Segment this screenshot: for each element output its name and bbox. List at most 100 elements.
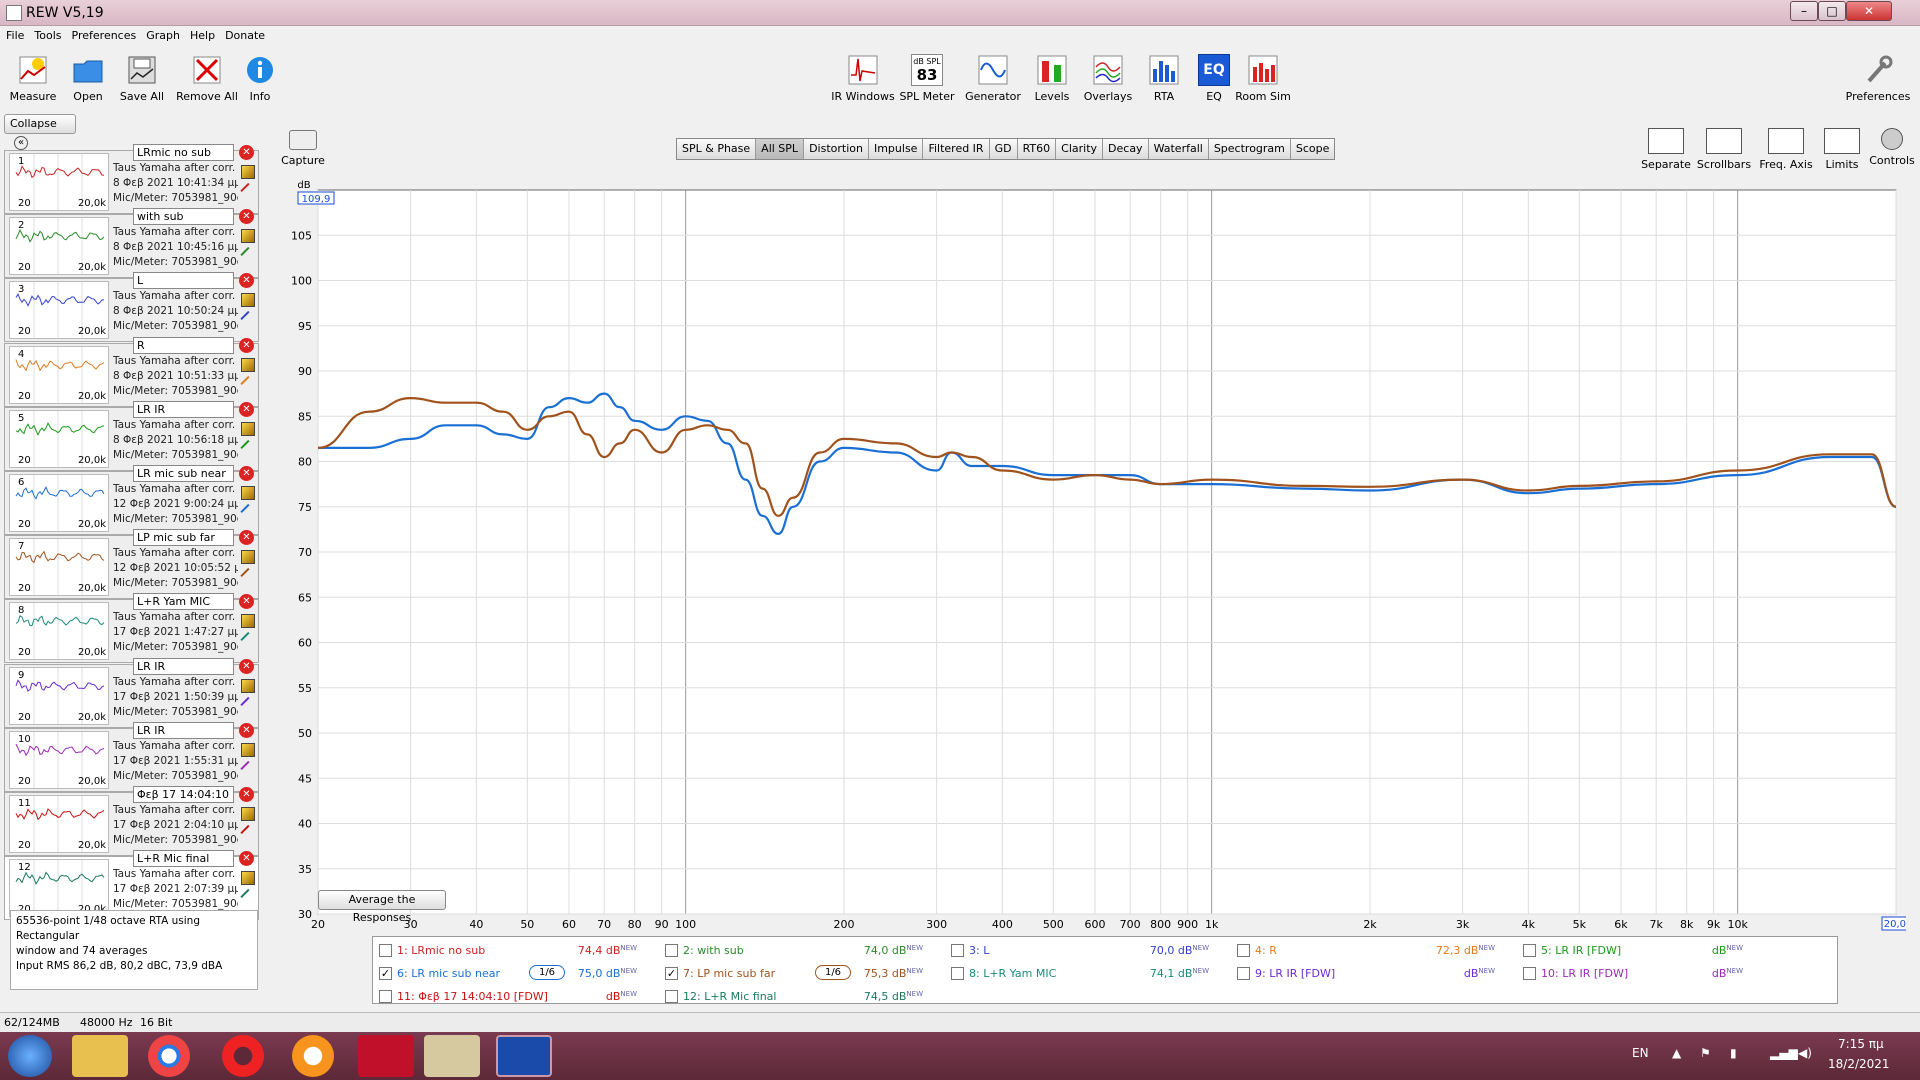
measurement-thumbnail[interactable]: 4 20 20,0k	[9, 345, 109, 404]
edit-notes-icon[interactable]	[241, 614, 255, 629]
legend-checkbox[interactable]: ✓	[379, 967, 392, 980]
measurement-thumbnail[interactable]: 122020,0k	[9, 859, 109, 918]
browser-task-icon[interactable]	[292, 1035, 334, 1077]
ir-windows-button[interactable]: IR Windows	[830, 54, 896, 103]
remove-measurement-icon[interactable]: ✕	[239, 273, 254, 289]
tab-impulse[interactable]: Impulse	[868, 139, 924, 159]
start-button[interactable]	[8, 1035, 52, 1077]
smoothing-selector[interactable]: 1/6	[815, 965, 851, 980]
edit-notes-icon[interactable]	[241, 421, 255, 436]
measurement-name-field[interactable]: L+R Mic final	[133, 850, 234, 868]
menu-help[interactable]: Help	[184, 26, 219, 42]
tab-distortion[interactable]: Distortion	[804, 139, 869, 159]
tab-rt60[interactable]: RT60	[1017, 139, 1057, 159]
measurement-name-field[interactable]: LR IR	[133, 721, 234, 739]
remove-measurement-icon[interactable]: ✕	[239, 337, 254, 353]
tab-gd[interactable]: GD	[989, 139, 1018, 159]
measurement-thumbnail[interactable]: 2 20 20,0k	[9, 217, 109, 276]
opera-task-icon[interactable]	[222, 1035, 264, 1077]
chrome-task-icon[interactable]	[148, 1035, 190, 1077]
clock-time[interactable]: 7:15 πμ	[1838, 1037, 1884, 1051]
volume-icon[interactable]: ◀)	[1798, 1046, 1812, 1060]
tab-all-spl[interactable]: All SPL	[756, 139, 805, 159]
controls-button[interactable]: Controls	[1862, 128, 1920, 167]
edit-notes-icon[interactable]	[241, 550, 255, 565]
measurement-thumbnail[interactable]: 3 20 20,0k	[9, 281, 109, 340]
measurement-thumbnail[interactable]: 9 20 20,0k	[9, 666, 109, 725]
remove-measurement-icon[interactable]: ✕	[239, 401, 254, 417]
measurement-name-field[interactable]: LP mic sub far	[133, 529, 234, 547]
menu-tools[interactable]: Tools	[28, 26, 65, 42]
remove-measurement-icon[interactable]: ✕	[239, 594, 254, 610]
measurement-thumbnail[interactable]: 10 20 20,0k	[9, 730, 109, 789]
tab-spectrogram[interactable]: Spectrogram	[1208, 139, 1291, 159]
flag-icon[interactable]: ⚑	[1700, 1046, 1711, 1060]
legend-checkbox[interactable]	[379, 944, 392, 957]
legend-checkbox[interactable]	[665, 944, 678, 957]
measurement-item[interactable]: 4 20 20,0k R ✕ Taus Yamaha after corr. 8 Φεβ 2…	[4, 336, 259, 407]
measurement-name-field[interactable]: LRmic no sub	[133, 144, 234, 161]
measurement-thumbnail[interactable]: 11 20 20,0k	[9, 795, 109, 853]
edit-notes-icon[interactable]	[241, 742, 255, 757]
legend-checkbox[interactable]	[951, 944, 964, 957]
tab-clarity[interactable]: Clarity	[1056, 139, 1104, 159]
measurement-thumbnail[interactable]: 7 20 20,0k	[9, 538, 109, 597]
measurement-name-field[interactable]: with sub	[133, 208, 234, 226]
legend-checkbox[interactable]	[379, 990, 392, 1003]
tab-decay[interactable]: Decay	[1103, 139, 1149, 159]
edit-notes-icon[interactable]	[241, 678, 255, 693]
explorer-task-icon[interactable]	[72, 1035, 128, 1077]
legend-checkbox[interactable]	[1237, 967, 1250, 980]
legend-checkbox[interactable]: ✓	[665, 967, 678, 980]
show-hidden-icons-icon[interactable]: ▲	[1672, 1046, 1681, 1060]
language-indicator[interactable]: EN	[1632, 1046, 1649, 1060]
smoothing-selector[interactable]: 1/6	[529, 965, 565, 980]
measurement-name-field[interactable]: R	[133, 336, 234, 354]
maximize-button[interactable]: □	[1818, 1, 1846, 21]
measurement-item[interactable]: 10 20 20,0k LR IR ✕ Taus Yamaha after corr. 17…	[4, 721, 259, 792]
edit-notes-icon[interactable]	[241, 165, 255, 179]
measurement-thumbnail[interactable]: 8 20 20,0k	[9, 602, 109, 661]
average-responses-button[interactable]: Average the Responses	[318, 890, 446, 924]
legend-checkbox[interactable]	[1523, 967, 1536, 980]
battery-icon[interactable]: ▮	[1730, 1046, 1737, 1060]
remove-measurement-icon[interactable]: ✕	[239, 658, 254, 674]
edit-notes-icon[interactable]	[241, 229, 255, 244]
edit-notes-icon[interactable]	[241, 486, 255, 500]
spl-meter-button[interactable]: dB SPL 83 SPL Meter	[894, 54, 960, 103]
measurement-name-field[interactable]: Φεβ 17 14:04:10	[133, 786, 234, 803]
legend-checkbox[interactable]	[951, 967, 964, 980]
remove-measurement-icon[interactable]: ✕	[239, 530, 254, 546]
measurement-item[interactable]: 6 20 20,0k LR mic sub near ✕ Taus Yamaha afte…	[4, 465, 259, 535]
menu-preferences[interactable]: Preferences	[66, 26, 141, 42]
collapse-button[interactable]: Collapse «	[4, 114, 76, 150]
measurement-item[interactable]: 8 20 20,0k L+R Yam MIC ✕ Taus Yamaha after co…	[4, 593, 259, 664]
remove-measurement-icon[interactable]: ✕	[239, 722, 254, 738]
preferences-button[interactable]: Preferences	[1842, 54, 1914, 103]
measurement-name-field[interactable]: L	[133, 272, 234, 290]
measurement-name-field[interactable]: LR mic sub near	[133, 465, 234, 482]
measurement-thumbnail[interactable]: 5 20 20,0k	[9, 409, 109, 468]
legend-checkbox[interactable]	[665, 990, 678, 1003]
tab-filtered-ir[interactable]: Filtered IR	[923, 139, 990, 159]
remove-measurement-icon[interactable]: ✕	[239, 787, 254, 802]
scrollbars-button[interactable]: Scrollbars	[1694, 128, 1754, 171]
measurement-thumbnail[interactable]: 1 20 20,0k	[9, 153, 109, 211]
measurement-name-field[interactable]: LR IR	[133, 400, 234, 418]
measurement-item[interactable]: 5 20 20,0k LR IR ✕ Taus Yamaha after corr. 8 Φ…	[4, 400, 259, 471]
clock-date[interactable]: 18/2/2021	[1828, 1057, 1890, 1071]
measurement-item[interactable]: 9 20 20,0k LR IR ✕ Taus Yamaha after corr. 17 …	[4, 657, 259, 728]
measurement-item[interactable]: 3 20 20,0k L ✕ Taus Yamaha after corr. 8 Φεβ 2…	[4, 272, 259, 343]
freq-axis-button[interactable]: Freq. Axis	[1756, 128, 1816, 171]
measurement-item[interactable]: 2 20 20,0k with sub ✕ Taus Yamaha after corr.…	[4, 208, 259, 279]
menu-graph[interactable]: Graph	[140, 26, 184, 42]
notepad-task-icon[interactable]	[424, 1035, 480, 1077]
measurement-thumbnail[interactable]: 6 20 20,0k	[9, 474, 109, 532]
capture-button[interactable]: Capture	[276, 130, 330, 167]
rew-task-icon[interactable]	[496, 1035, 552, 1077]
close-button[interactable]: ✕	[1846, 1, 1892, 21]
edit-notes-icon[interactable]	[241, 871, 255, 886]
tab-waterfall[interactable]: Waterfall	[1148, 139, 1209, 159]
measurement-item[interactable]: 1 20 20,0k LRmic no sub ✕ Taus Yamaha after c…	[4, 144, 259, 214]
remove-measurement-icon[interactable]: ✕	[239, 466, 254, 481]
